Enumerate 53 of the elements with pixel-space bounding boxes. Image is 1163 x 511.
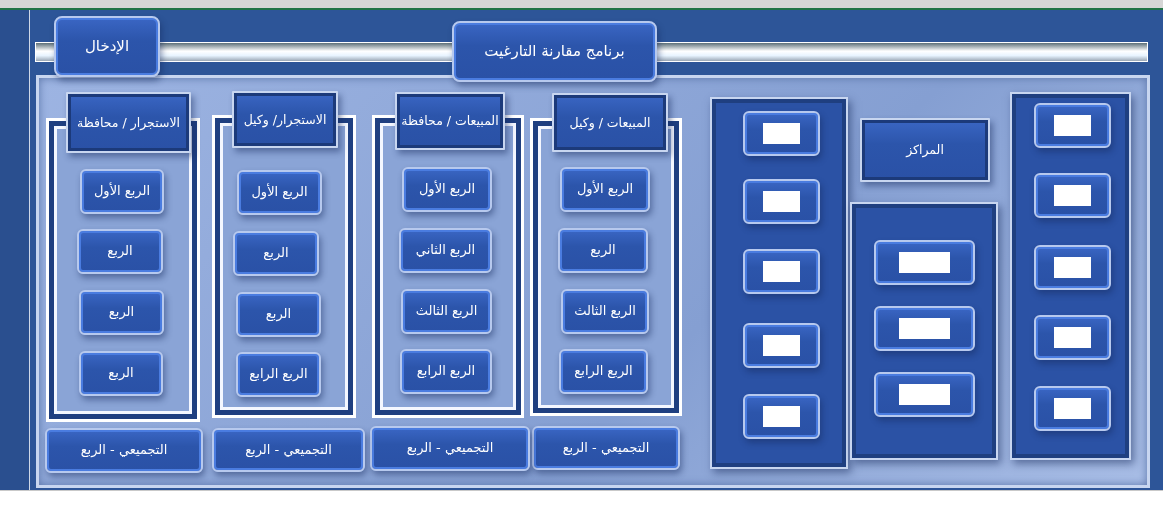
summary-button[interactable]: التجميعي - الربع (212, 428, 365, 472)
group-header: الاستجرار / محافظة (66, 92, 191, 153)
redacted-button[interactable] (1034, 173, 1111, 218)
quarter-button[interactable]: الربع الأول (237, 170, 322, 215)
quarter-button[interactable]: الربع (79, 290, 164, 335)
quarter-button[interactable]: الربع (236, 292, 321, 337)
group-header: المبيعات / محافظة (395, 92, 505, 150)
redaction-block (762, 191, 801, 212)
redaction-block (1053, 398, 1092, 419)
redacted-button[interactable] (874, 306, 975, 351)
redaction-block (762, 261, 801, 282)
redaction-block (762, 123, 801, 144)
centers-label: المراكز (860, 118, 990, 182)
redacted-button[interactable] (1034, 245, 1111, 290)
redacted-button[interactable] (1034, 386, 1111, 431)
quarter-button[interactable]: الربع الرابع (236, 352, 321, 397)
quarter-button[interactable]: الربع الأول (80, 169, 164, 214)
redaction-block (1053, 327, 1092, 348)
redacted-button[interactable] (743, 111, 820, 156)
group-header: الاستجرار/ وكيل (232, 91, 338, 148)
redacted-button[interactable] (874, 240, 975, 285)
summary-button[interactable]: التجميعي - الربع (370, 426, 530, 471)
redacted-button[interactable] (874, 372, 975, 417)
redaction-block (1053, 257, 1092, 278)
summary-button[interactable]: التجميعي - الربع (45, 428, 203, 473)
quarter-button[interactable]: الربع الرابع (559, 349, 648, 394)
redaction-block (898, 252, 951, 273)
summary-button[interactable]: التجميعي - الربع (532, 426, 680, 470)
redacted-button[interactable] (1034, 103, 1111, 148)
redaction-block (762, 335, 801, 356)
redaction-block (762, 406, 801, 427)
redacted-button[interactable] (743, 394, 820, 439)
redacted-button[interactable] (743, 323, 820, 368)
quarter-button[interactable]: الربع الثالث (561, 289, 649, 334)
entry-button[interactable]: الإدخال (54, 16, 160, 77)
quarter-button[interactable]: الربع (558, 228, 648, 273)
redaction-block (898, 318, 951, 339)
quarter-button[interactable]: الربع الثاني (399, 228, 492, 273)
redaction-block (898, 384, 951, 405)
group-header: المبيعات / وكيل (552, 93, 668, 152)
quarter-button[interactable]: الربع الأول (560, 167, 650, 212)
quarter-button[interactable]: الربع الأول (402, 167, 492, 212)
redacted-button[interactable] (1034, 315, 1111, 360)
quarter-button[interactable]: الربع الثالث (401, 289, 492, 334)
title-button[interactable]: برنامج مقارنة التارغيت (452, 21, 657, 82)
quarter-button[interactable]: الربع الرابع (400, 349, 492, 394)
redaction-block (1053, 185, 1092, 206)
quarter-button[interactable]: الربع (79, 351, 163, 396)
redacted-button[interactable] (743, 249, 820, 294)
redacted-button[interactable] (743, 179, 820, 224)
redaction-block (1053, 115, 1092, 136)
quarter-button[interactable]: الربع (77, 229, 163, 274)
quarter-button[interactable]: الربع (233, 231, 319, 276)
